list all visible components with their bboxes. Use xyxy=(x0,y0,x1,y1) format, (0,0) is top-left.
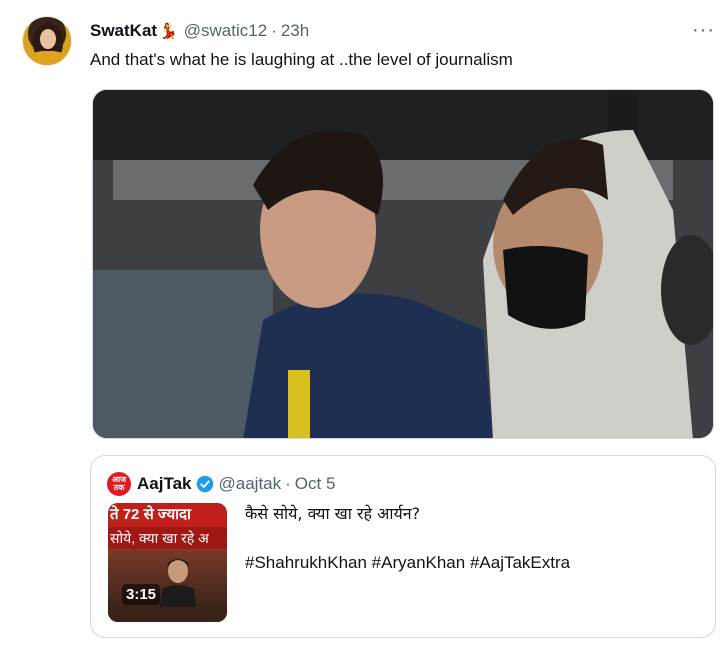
separator-dot: · xyxy=(271,21,277,40)
quoted-display-name[interactable]: AajTak xyxy=(137,474,192,494)
user-avatar[interactable] xyxy=(22,16,72,66)
more-options-icon[interactable]: ··· xyxy=(692,20,715,40)
separator-dot: · xyxy=(285,474,291,493)
user-handle[interactable]: @swatic12 xyxy=(184,21,267,41)
tweet-header: SwatKat 💃 @swatic12 · 23h xyxy=(90,19,309,43)
video-thumbnail[interactable]: ते 72 से ज्यादा सोये, क्या खा रहे अ 3:15 xyxy=(108,503,227,622)
tweet-timestamp[interactable]: 23h xyxy=(281,21,309,41)
quoted-hashtags[interactable]: #ShahrukhKhan #AryanKhan #AajTakExtra xyxy=(245,552,570,574)
quoted-date[interactable]: Oct 5 xyxy=(295,474,336,494)
tweet[interactable]: SwatKat 💃 @swatic12 · 23h ··· And that's… xyxy=(0,0,720,649)
avatar-face xyxy=(40,29,56,49)
thumbnail-banner-top: ते 72 से ज्यादा xyxy=(108,503,227,527)
quoted-tweet[interactable]: आज तक AajTak @aajtak · Oct 5 ते 72 से ज्… xyxy=(90,455,716,638)
verified-badge-icon xyxy=(196,475,213,493)
photo-illustration xyxy=(93,90,713,438)
quoted-handle[interactable]: @aajtak xyxy=(219,474,282,494)
thumbnail-banner-bottom: सोये, क्या खा रहे अ xyxy=(108,527,227,549)
tweet-photo[interactable] xyxy=(92,89,714,439)
dancer-emoji-icon: 💃 xyxy=(159,23,178,40)
passenger-left xyxy=(93,270,273,438)
avatar-dress xyxy=(29,51,67,65)
tweet-text: And that's what he is laughing at ..the … xyxy=(90,50,513,69)
quoted-text-line1: कैसे सोये, क्या खा रहे आर्यन? xyxy=(245,504,421,523)
aajtak-avatar[interactable]: आज तक xyxy=(107,472,131,496)
display-name[interactable]: SwatKat xyxy=(90,21,157,41)
quoted-header: AajTak @aajtak · Oct 5 xyxy=(137,473,335,495)
yellow-shirt xyxy=(288,370,310,438)
black-mask xyxy=(503,246,588,329)
video-duration: 3:15 xyxy=(122,584,161,605)
